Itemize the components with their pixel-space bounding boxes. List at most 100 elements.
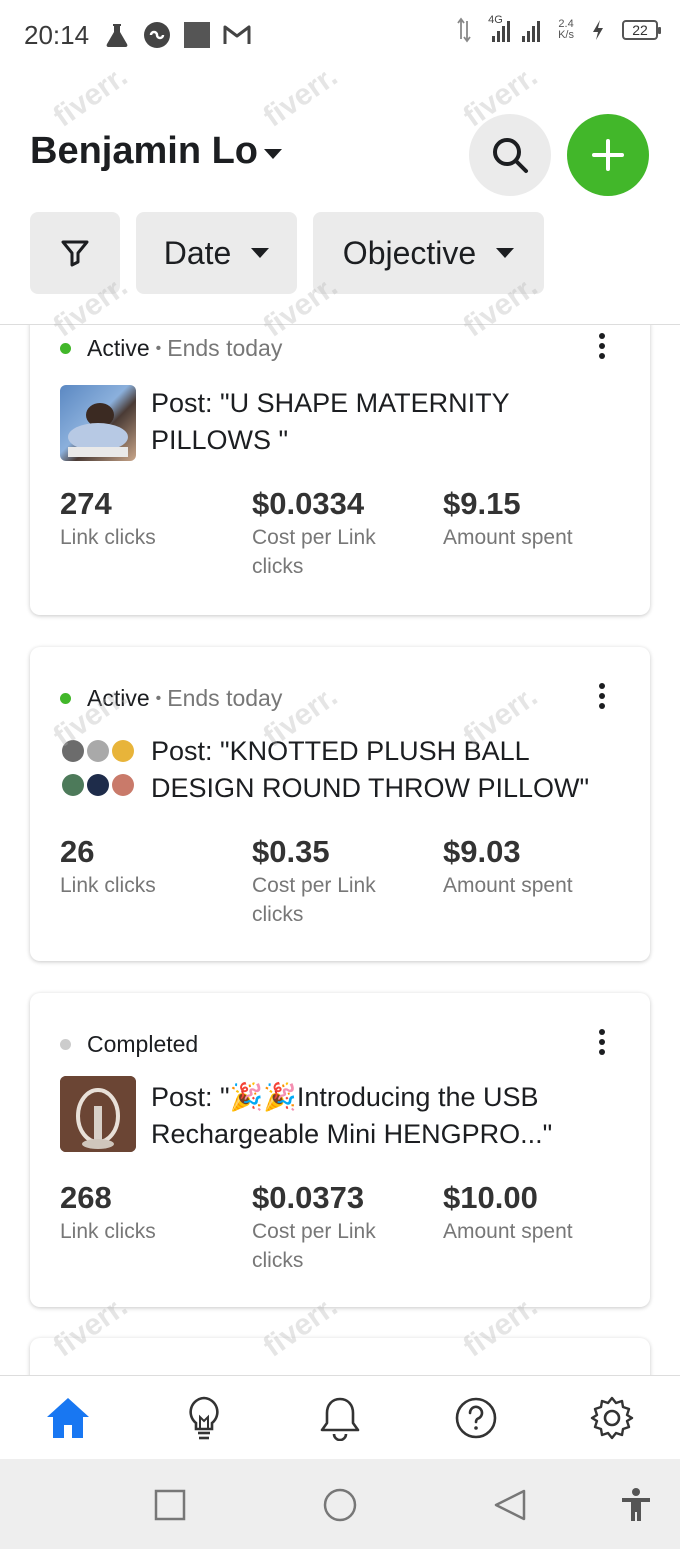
back-button[interactable]: [490, 1485, 530, 1525]
accessibility-button[interactable]: [616, 1485, 656, 1525]
objective-filter[interactable]: Objective: [313, 212, 544, 294]
metric-value: 26: [60, 834, 95, 869]
metric-link-clicks: 26 Link clicks: [60, 833, 230, 900]
metric-label: Cost per Link clicks: [252, 526, 376, 578]
nav-settings[interactable]: [567, 1376, 657, 1460]
square-icon: [154, 1489, 186, 1521]
ad-status: Active • Ends today: [60, 685, 282, 712]
circle-icon: [323, 1488, 357, 1522]
metric-value: $0.35: [252, 834, 330, 869]
nav-insights[interactable]: [159, 1376, 249, 1460]
back-triangle-icon: [494, 1489, 526, 1521]
filter-icon: [61, 240, 89, 267]
status-right-icons: 4G 2.4 K/s 22: [450, 14, 661, 44]
more-options-button[interactable]: [590, 1025, 614, 1059]
chevron-down-icon: [264, 148, 283, 159]
status-dot: [60, 693, 71, 704]
data-transfer-icon: [450, 16, 478, 44]
link-app-icon: [143, 21, 171, 49]
create-ad-button[interactable]: [567, 114, 649, 196]
metric-label: Link clicks: [60, 874, 156, 897]
account-switcher[interactable]: Benjamin Lo: [30, 130, 283, 173]
filter-bar: Date Objective: [30, 212, 544, 294]
metric-cost-per-click: $0.0334 Cost per Link clicks: [252, 485, 422, 581]
square-app-icon: [183, 21, 211, 49]
ad-post-title: Post: "🎉🎉Introducing the USB Rechargeabl…: [151, 1082, 553, 1149]
ad-post-title: Post: "KNOTTED PLUSH BALL DESIGN ROUND T…: [151, 736, 590, 803]
ad-status: Active • Ends today: [60, 335, 282, 362]
metric-value: 274: [60, 486, 112, 521]
metric-label: Amount spent: [443, 1220, 573, 1243]
ad-card[interactable]: Active • Ends today Post: "U SHAPE MATER…: [30, 325, 650, 615]
status-label: Active: [87, 335, 150, 361]
status-label: Completed: [87, 1031, 199, 1057]
date-filter[interactable]: Date: [136, 212, 297, 294]
status-time: 20:14: [24, 19, 90, 50]
more-options-button[interactable]: [590, 329, 614, 363]
metric-amount-spent: $10.00 Amount spent: [443, 1179, 613, 1246]
metric-label: Cost per Link clicks: [252, 874, 376, 926]
plus-icon: [592, 139, 624, 171]
filter-button[interactable]: [30, 212, 120, 294]
ads-list[interactable]: Active • Ends today Post: "U SHAPE MATER…: [0, 325, 680, 1375]
charging-icon: [584, 16, 612, 44]
metric-label: Cost per Link clicks: [252, 1220, 376, 1272]
metric-link-clicks: 268 Link clicks: [60, 1179, 230, 1246]
metric-value: 268: [60, 1180, 112, 1215]
bottom-navigation: [0, 1375, 680, 1459]
battery-level: 22: [622, 20, 661, 40]
status-dot: [60, 1039, 71, 1050]
status-notification-icons: [103, 21, 251, 49]
metric-value: $9.15: [443, 486, 521, 521]
account-name: Benjamin Lo: [30, 130, 259, 172]
gmail-icon: [223, 21, 251, 49]
ad-thumbnail: [60, 385, 136, 461]
metric-cost-per-click: $0.35 Cost per Link clicks: [252, 833, 422, 929]
date-filter-label: Date: [163, 234, 232, 271]
ad-card[interactable]: Completed Post: "🎉🎉Introducing the USB R…: [30, 993, 650, 1307]
lightbulb-icon: [189, 1396, 219, 1439]
ad-thumbnail: [60, 735, 136, 811]
ad-status: Completed: [60, 1031, 198, 1058]
settings-icon: [590, 1396, 634, 1439]
accessibility-icon: [622, 1488, 650, 1521]
metric-link-clicks: 274 Link clicks: [60, 485, 230, 552]
nav-home[interactable]: [23, 1376, 113, 1460]
status-label: Active: [87, 685, 150, 711]
metric-value: $0.0334: [252, 486, 365, 521]
metric-label: Amount spent: [443, 526, 573, 549]
chevron-down-icon: [496, 248, 515, 258]
chevron-down-icon: [251, 248, 270, 258]
header: Benjamin Lo: [0, 110, 680, 200]
status-ends: Ends today: [167, 335, 283, 361]
metric-cost-per-click: $0.0373 Cost per Link clicks: [252, 1179, 422, 1275]
ad-post-title: Post: "U SHAPE MATERNITY PILLOWS ": [151, 388, 510, 455]
more-options-button[interactable]: [590, 679, 614, 713]
search-button[interactable]: [469, 114, 551, 196]
ad-thumbnail: [60, 1076, 136, 1152]
metric-label: Link clicks: [60, 1220, 156, 1243]
flask-icon: [103, 21, 131, 49]
speed-unit: K/s: [558, 29, 574, 41]
nav-notifications[interactable]: [295, 1376, 385, 1460]
status-ends: Ends today: [167, 685, 283, 711]
system-navigation-bar: [0, 1459, 680, 1549]
metric-value: $0.0373: [252, 1180, 365, 1215]
metric-amount-spent: $9.03 Amount spent: [443, 833, 613, 900]
search-icon: [493, 138, 528, 173]
signal-icon: 4G: [488, 14, 548, 44]
status-bar: 20:14 4G 2.4 K/s 22: [0, 0, 680, 70]
home-system-button[interactable]: [320, 1485, 360, 1525]
metric-value: $10.00: [443, 1180, 538, 1215]
recent-apps-button[interactable]: [150, 1485, 190, 1525]
ad-card[interactable]: Active • Ends today Post: "KNOTTED PLUSH…: [30, 647, 650, 961]
help-icon: [455, 1397, 497, 1438]
bell-icon: [320, 1397, 360, 1441]
objective-filter-label: Objective: [342, 234, 477, 271]
ad-card[interactable]: [30, 1338, 650, 1375]
network-speed: 2.4 K/s: [558, 19, 574, 41]
nav-help[interactable]: [431, 1376, 521, 1460]
metric-amount-spent: $9.15 Amount spent: [443, 485, 613, 552]
metric-label: Amount spent: [443, 874, 573, 897]
home-icon: [47, 1397, 89, 1438]
